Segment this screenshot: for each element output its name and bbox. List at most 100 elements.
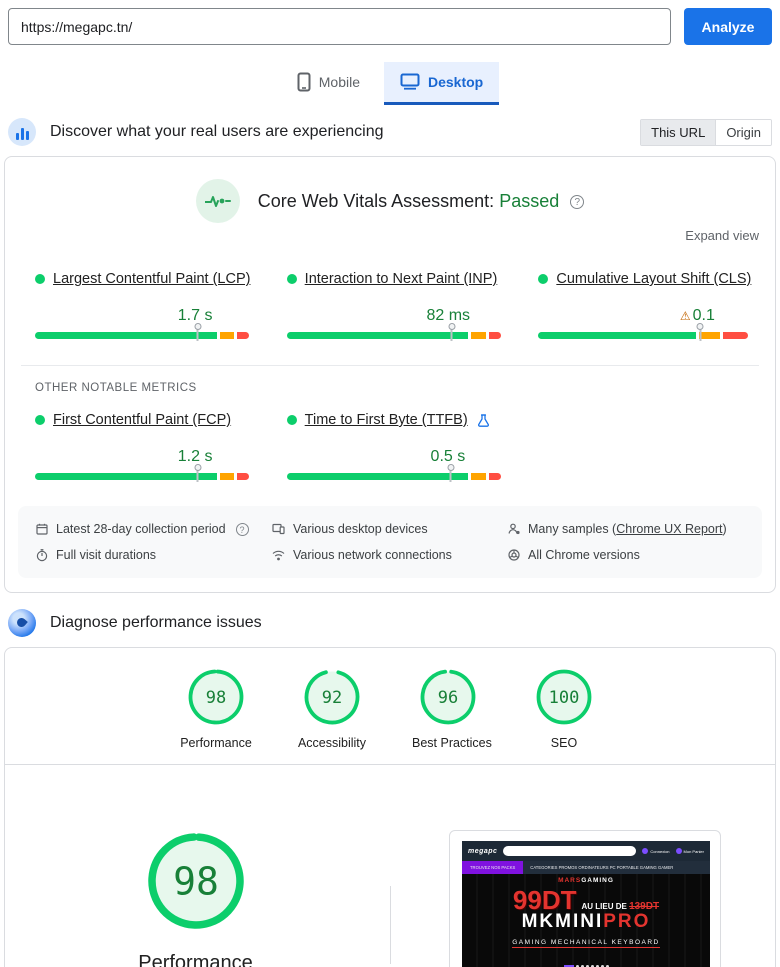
score-performance[interactable]: 98 Performance xyxy=(180,668,252,750)
crux-bars-icon xyxy=(8,118,36,146)
metric-marker-pin xyxy=(447,464,454,482)
metric-fcp-link[interactable]: First Contentful Paint (FCP) xyxy=(53,412,231,428)
site-nav-items: CATEGORIES PROMOS ORDINATEURS PC PORTABL… xyxy=(530,865,673,870)
samples-item: Many samples (Chrome UX Report) xyxy=(508,522,744,536)
calendar-icon xyxy=(36,523,48,535)
metric-ttfb-bar xyxy=(287,473,506,480)
site-hero-banner: MARSGAMING 99DT AU LIEU DE 139DT MKMINIP… xyxy=(462,874,710,967)
url-bar: Analyze xyxy=(0,0,780,45)
help-icon[interactable]: ? xyxy=(570,195,584,209)
scope-this-url-button[interactable]: This URL xyxy=(641,120,716,145)
metric-cls: Cumulative Layout Shift (CLS) ⚠0.1 xyxy=(538,271,757,339)
tab-desktop[interactable]: Desktop xyxy=(384,62,499,102)
cwv-title: Core Web Vitals Assessment: Passed ? xyxy=(258,191,585,212)
tab-desktop-label: Desktop xyxy=(428,74,483,90)
score-label: Performance xyxy=(180,736,252,750)
good-dot-icon xyxy=(35,415,45,425)
site-account-link: Connexion xyxy=(642,848,669,854)
collection-period-item: Latest 28-day collection period ? xyxy=(36,522,272,536)
field-section-title: Discover what your real users are experi… xyxy=(50,123,640,141)
samples-icon xyxy=(508,523,520,535)
wifi-icon xyxy=(272,550,285,561)
analyze-button[interactable]: Analyze xyxy=(684,8,772,45)
network-text: Various network connections xyxy=(293,548,452,562)
vertical-divider xyxy=(390,886,391,964)
stopwatch-icon xyxy=(36,549,48,562)
site-cart-link: Mon Panier xyxy=(676,848,704,854)
score-accessibility[interactable]: 92 Accessibility xyxy=(296,668,368,750)
good-dot-icon xyxy=(287,415,297,425)
mobile-icon xyxy=(297,72,311,92)
performance-gauge-panel: 98 Performance Values are estimated and … xyxy=(5,765,386,967)
other-metrics-label: OTHER NOTABLE METRICS xyxy=(5,366,775,394)
core-metrics-row: Largest Contentful Paint (LCP) 1.7 s Int… xyxy=(5,245,775,339)
cwv-header: Core Web Vitals Assessment: Passed ? xyxy=(5,157,775,223)
metric-marker-pin xyxy=(194,323,201,341)
metric-inp: Interaction to Next Paint (INP) 82 ms xyxy=(287,271,506,339)
cwv-title-text: Core Web Vitals Assessment: xyxy=(258,191,494,211)
chrome-versions-text: All Chrome versions xyxy=(528,548,640,562)
category-scores-row: 98 Performance 92 Accessibility 96 Best … xyxy=(5,648,775,764)
lab-section-title: Diagnose performance issues xyxy=(50,614,772,632)
scope-origin-button[interactable]: Origin xyxy=(716,120,771,145)
site-nav-promo-button: TROUVEZ NOS PACKS xyxy=(462,861,523,874)
durations-text: Full visit durations xyxy=(56,548,156,562)
metric-marker-pin xyxy=(448,323,455,341)
performance-gauge-label: Performance xyxy=(5,952,386,967)
collection-period-text: Latest 28-day collection period xyxy=(56,522,226,536)
scope-toggle: This URL Origin xyxy=(640,119,772,146)
svg-text:98: 98 xyxy=(173,860,219,904)
metric-cls-link[interactable]: Cumulative Layout Shift (CLS) xyxy=(556,271,751,287)
lighthouse-report-card: 98 Performance 92 Accessibility 96 Best … xyxy=(4,647,776,967)
performance-detail-panel: 98 Performance Values are estimated and … xyxy=(5,765,775,967)
banner-subtitle: GAMING MECHANICAL KEYBOARD xyxy=(512,939,659,948)
devices-text: Various desktop devices xyxy=(293,522,428,536)
other-metrics-row: First Contentful Paint (FCP) 1.2 s Time … xyxy=(5,394,775,506)
warning-triangle-icon: ⚠ xyxy=(680,309,691,323)
score-label: Best Practices xyxy=(412,736,484,750)
good-dot-icon xyxy=(287,274,297,284)
score-best-practices[interactable]: 96 Best Practices xyxy=(412,668,484,750)
metric-inp-bar xyxy=(287,332,506,339)
help-icon[interactable]: ? xyxy=(236,523,249,536)
cwv-status: Passed xyxy=(499,191,559,211)
url-input[interactable] xyxy=(8,8,671,45)
performance-gauge: 98 xyxy=(148,916,244,933)
good-dot-icon xyxy=(35,274,45,284)
score-seo[interactable]: 100 SEO xyxy=(528,668,600,750)
samples-text: Many samples (Chrome UX Report) xyxy=(528,522,727,536)
metric-ttfb-link[interactable]: Time to First Byte (TTFB) xyxy=(305,412,468,428)
chrome-versions-item: All Chrome versions xyxy=(508,548,744,562)
network-item: Various network connections xyxy=(272,548,508,562)
site-logo: megapc xyxy=(468,848,497,855)
score-label: Accessibility xyxy=(296,736,368,750)
score-label: SEO xyxy=(528,736,600,750)
metric-spacer xyxy=(538,412,757,480)
metric-lcp: Largest Contentful Paint (LCP) 1.7 s xyxy=(35,271,254,339)
metric-fcp: First Contentful Paint (FCP) 1.2 s xyxy=(35,412,254,480)
metric-lcp-link[interactable]: Largest Contentful Paint (LCP) xyxy=(53,271,250,287)
site-nav: TROUVEZ NOS PACKS CATEGORIES PROMOS ORDI… xyxy=(462,861,710,874)
tab-mobile[interactable]: Mobile xyxy=(281,62,376,102)
devices-icon xyxy=(272,523,285,535)
metric-lcp-bar xyxy=(35,332,254,339)
devices-item: Various desktop devices xyxy=(272,522,508,536)
good-dot-icon xyxy=(538,274,548,284)
chrome-ux-report-link[interactable]: Chrome UX Report xyxy=(616,522,722,536)
experimental-flask-icon xyxy=(478,414,489,427)
tab-mobile-label: Mobile xyxy=(319,74,360,90)
svg-text:98: 98 xyxy=(206,688,226,708)
expand-view-link[interactable]: Expand view xyxy=(685,228,759,243)
lighthouse-icon xyxy=(8,609,36,637)
pulse-icon xyxy=(196,179,240,223)
svg-text:92: 92 xyxy=(322,688,342,708)
metric-inp-link[interactable]: Interaction to Next Paint (INP) xyxy=(305,271,498,287)
final-screenshot-thumbnail[interactable]: megapc Connexion Mon Panier TROUVEZ NOS … xyxy=(449,830,721,967)
device-tabs: Mobile Desktop xyxy=(0,62,780,102)
metric-cls-bar xyxy=(538,332,757,339)
svg-text:100: 100 xyxy=(549,688,580,708)
metric-marker-pin xyxy=(697,323,704,341)
core-web-vitals-card: Core Web Vitals Assessment: Passed ? Exp… xyxy=(4,156,776,593)
metric-marker-pin xyxy=(194,464,201,482)
site-screenshot: megapc Connexion Mon Panier TROUVEZ NOS … xyxy=(462,841,710,967)
